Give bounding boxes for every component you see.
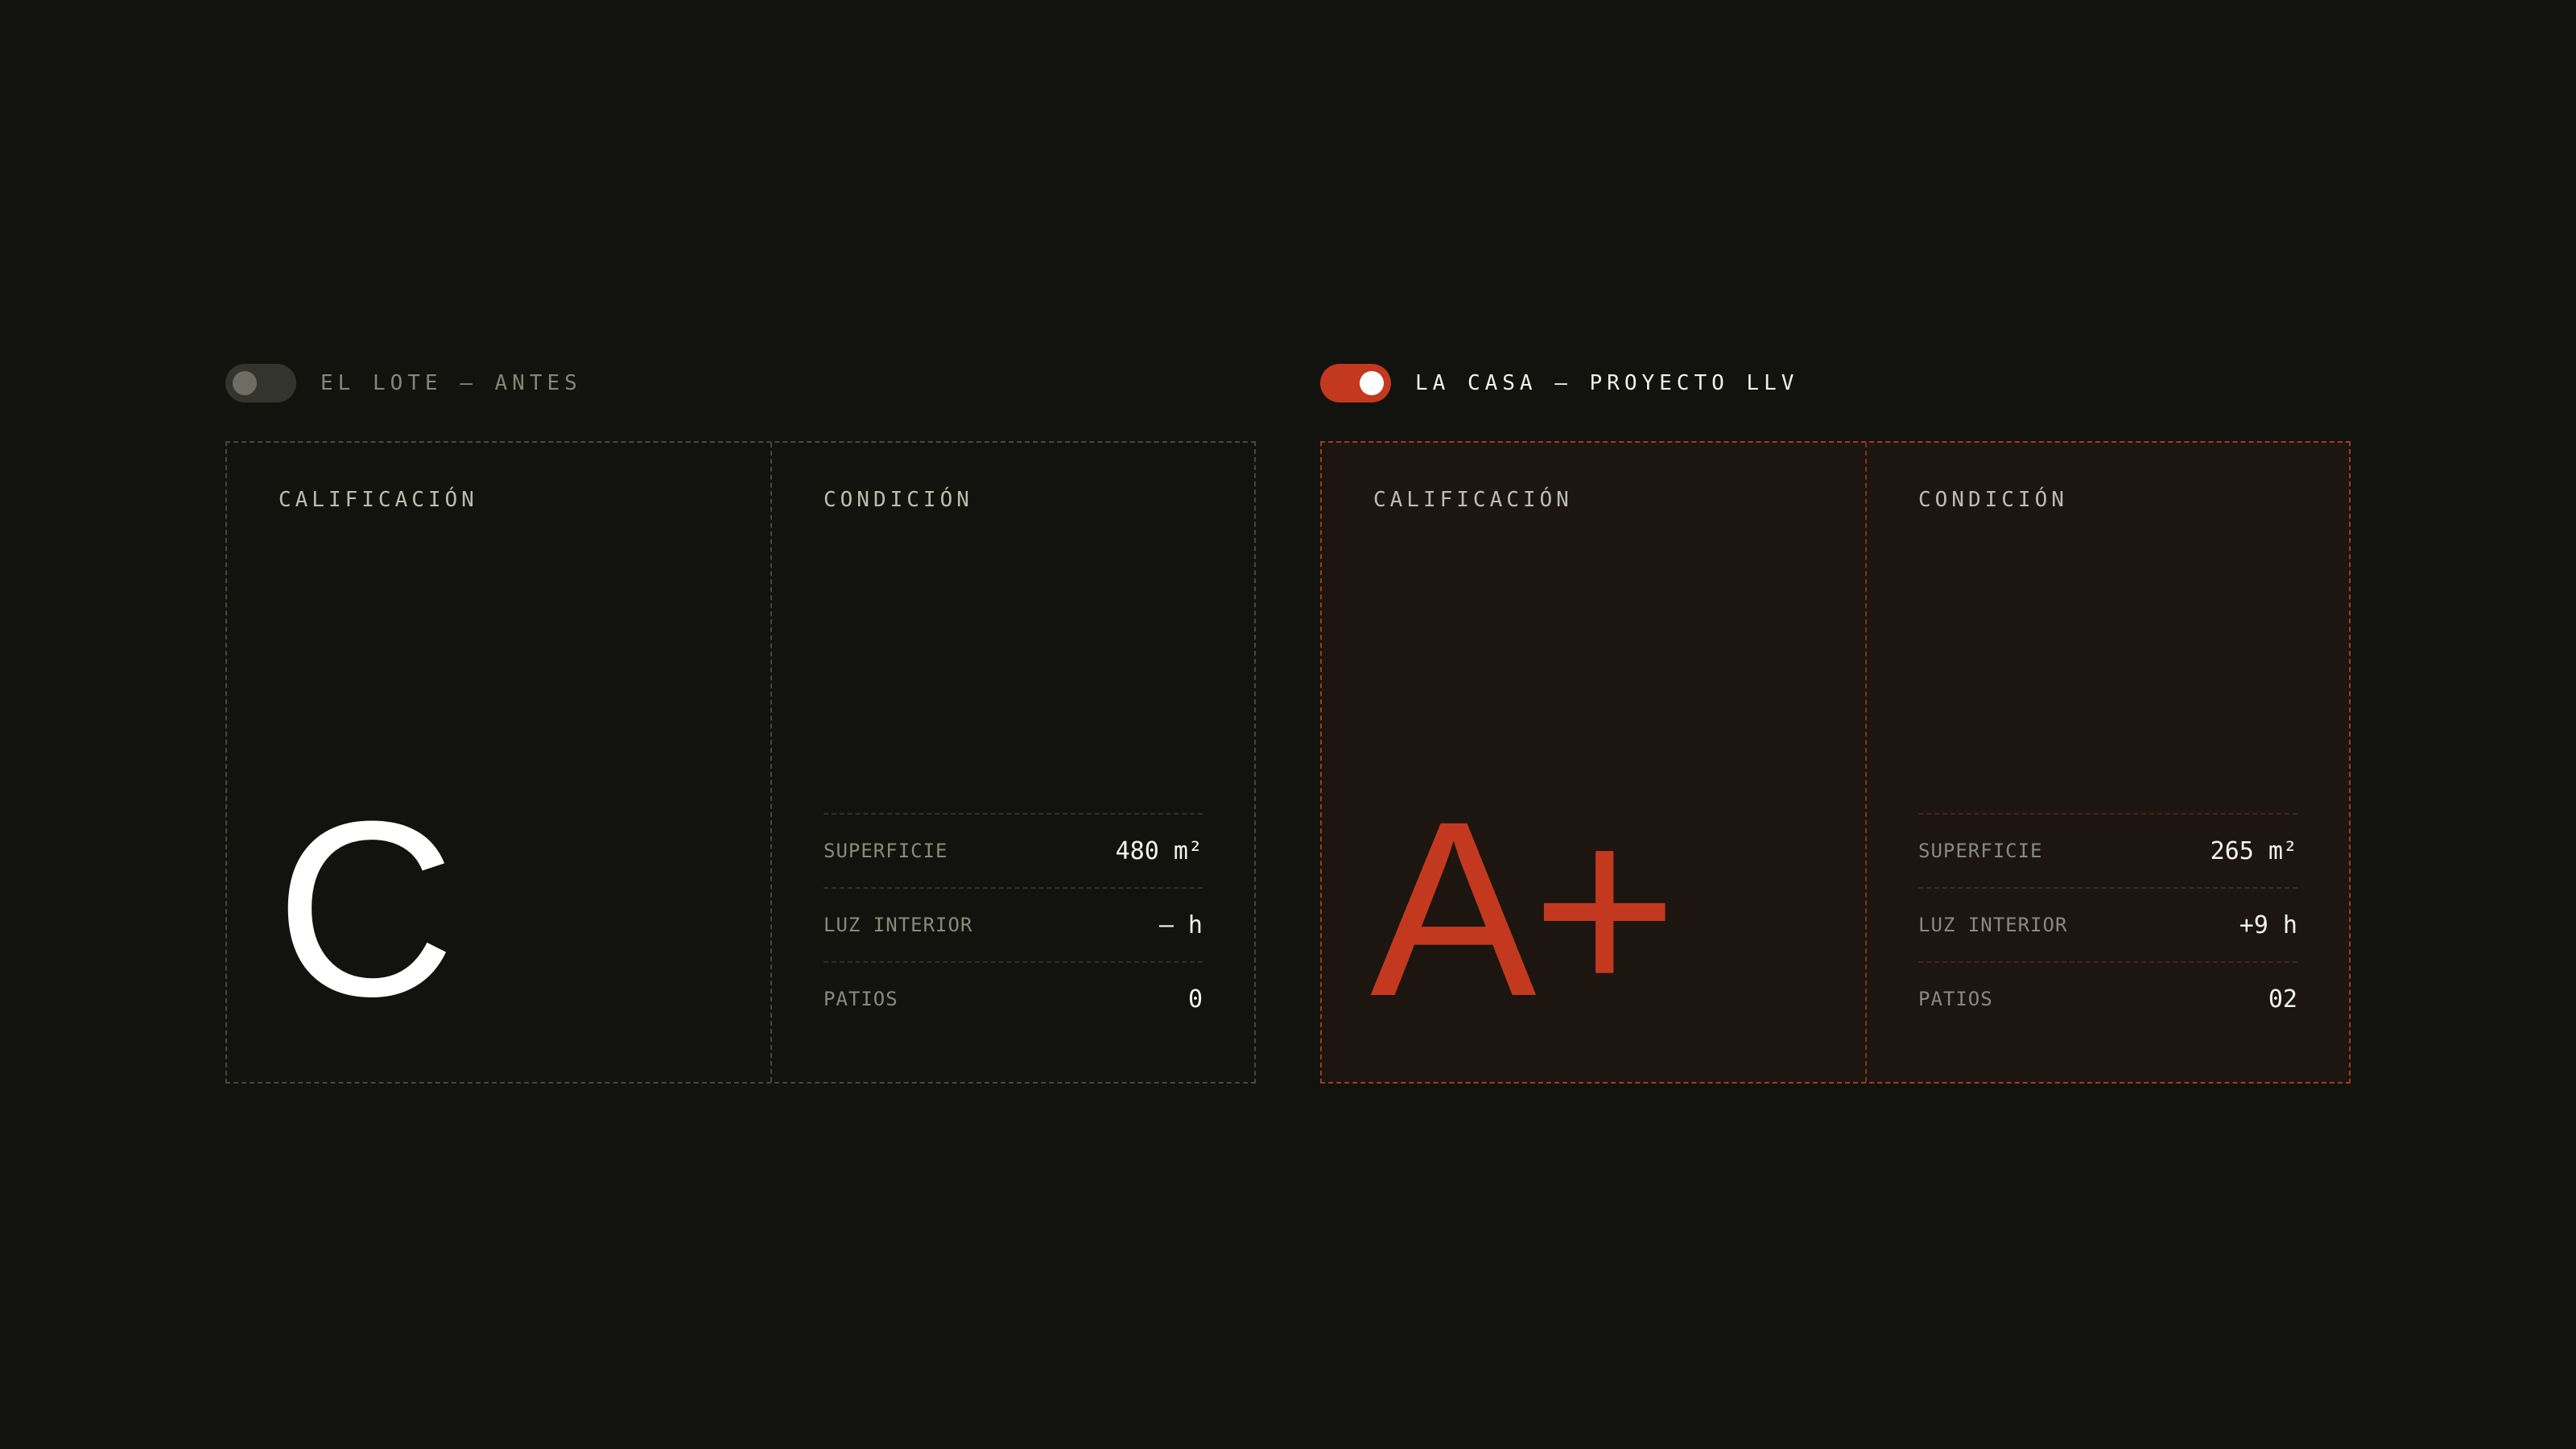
grade-value: C — [275, 769, 456, 1048]
grade-column: CALIFICACIÓN C — [227, 443, 772, 1082]
toggle-knob — [233, 371, 257, 395]
metrics-list: SUPERFICIE 265 m² LUZ INTERIOR +9 h PATI… — [1918, 813, 2297, 1035]
metric-value: 02 — [2268, 985, 2297, 1013]
condition-title: CONDICIÓN — [824, 488, 973, 512]
metric-row-luz-interior: LUZ INTERIOR — h — [824, 887, 1203, 961]
toggle-after[interactable] — [1320, 364, 1391, 402]
grade-column: CALIFICACIÓN A+ — [1322, 443, 1867, 1082]
metric-label: LUZ INTERIOR — [1918, 914, 2068, 936]
condition-title: CONDICIÓN — [1918, 488, 2068, 512]
card-after: CALIFICACIÓN A+ CONDICIÓN SUPERFICIE 265… — [1320, 441, 2351, 1084]
condition-column: CONDICIÓN SUPERFICIE 480 m² LUZ INTERIOR… — [772, 443, 1254, 1082]
metric-value: +9 h — [2239, 910, 2297, 939]
metric-value: — h — [1158, 910, 1203, 939]
toggle-knob — [1360, 371, 1384, 395]
metric-label: PATIOS — [824, 988, 898, 1010]
panel-after-header: LA CASA — PROYECTO LLV — [1320, 357, 2351, 409]
metric-row-patios: PATIOS 0 — [824, 961, 1203, 1035]
condition-column: CONDICIÓN SUPERFICIE 265 m² LUZ INTERIOR… — [1867, 443, 2349, 1082]
metric-row-luz-interior: LUZ INTERIOR +9 h — [1918, 887, 2297, 961]
metric-value: 265 m² — [2210, 836, 2297, 865]
panel-after-label: LA CASA — PROYECTO LLV — [1415, 371, 1799, 395]
grade-value: A+ — [1370, 769, 1678, 1048]
metric-row-superficie: SUPERFICIE 265 m² — [1918, 813, 2297, 887]
metrics-list: SUPERFICIE 480 m² LUZ INTERIOR — h PATIO… — [824, 813, 1203, 1035]
panel-before-header: EL LOTE — ANTES — [225, 357, 1256, 409]
card-before: CALIFICACIÓN C CONDICIÓN SUPERFICIE 480 … — [225, 441, 1256, 1084]
panel-before: EL LOTE — ANTES CALIFICACIÓN C CONDICIÓN… — [225, 357, 1256, 1084]
metric-row-patios: PATIOS 02 — [1918, 961, 2297, 1035]
metric-value: 0 — [1187, 985, 1203, 1013]
metric-label: SUPERFICIE — [1918, 840, 2043, 862]
grade-title: CALIFICACIÓN — [1373, 488, 1573, 512]
panel-before-label: EL LOTE — ANTES — [320, 371, 582, 395]
toggle-before[interactable] — [225, 364, 296, 402]
metric-row-superficie: SUPERFICIE 480 m² — [824, 813, 1203, 887]
grade-title: CALIFICACIÓN — [279, 488, 478, 512]
metric-label: PATIOS — [1918, 988, 1993, 1010]
metric-value: 480 m² — [1115, 836, 1203, 865]
panel-after: LA CASA — PROYECTO LLV CALIFICACIÓN A+ C… — [1320, 357, 2351, 1084]
metric-label: SUPERFICIE — [824, 840, 948, 862]
metric-label: LUZ INTERIOR — [824, 914, 973, 936]
